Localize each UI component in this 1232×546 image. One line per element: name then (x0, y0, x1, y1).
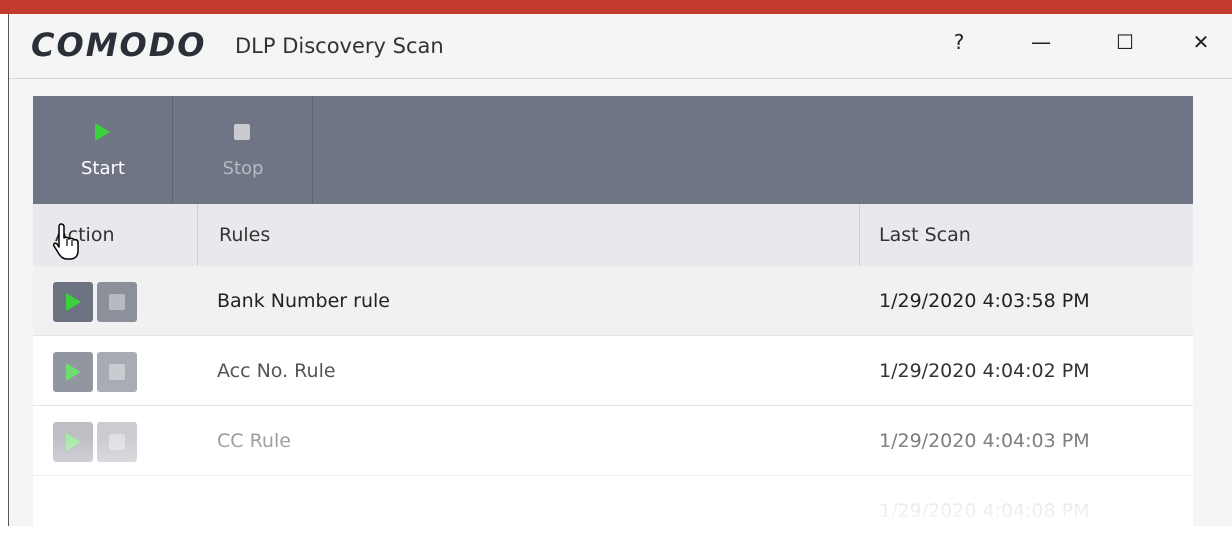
last-scan: 1/29/2020 4:03:58 PM (879, 290, 1090, 312)
rule-name: CC Rule (217, 430, 291, 452)
column-divider (197, 204, 198, 266)
title-separator (9, 78, 1232, 79)
last-scan: 1/29/2020 4:04:08 PM (879, 500, 1090, 522)
row-stop-button[interactable] (97, 352, 137, 392)
rule-name: Acc No. Rule (217, 360, 336, 382)
scan-panel: Start Stop Action Rules Last Scan Bank N… (33, 96, 1193, 546)
window-title: DLP Discovery Scan (235, 34, 444, 58)
table-row[interactable]: Acc No. Rule 1/29/2020 4:04:02 PM (33, 336, 1193, 406)
column-divider (859, 204, 860, 266)
last-scan: 1/29/2020 4:04:02 PM (879, 360, 1090, 382)
stop-icon (109, 294, 125, 310)
row-play-button[interactable] (53, 352, 93, 392)
stop-icon (109, 434, 125, 450)
column-rules[interactable]: Rules (219, 204, 270, 266)
row-stop-button[interactable] (97, 422, 137, 462)
column-last-scan[interactable]: Last Scan (879, 204, 971, 266)
title-bar: COMODO DLP Discovery Scan ? — ☐ ✕ (9, 14, 1232, 78)
minimize-button[interactable]: — (1021, 22, 1061, 62)
maximize-button[interactable]: ☐ (1105, 22, 1145, 62)
table-row[interactable]: 1/29/2020 4:04:08 PM (33, 476, 1193, 546)
play-icon (91, 121, 113, 143)
start-button[interactable]: Start (33, 96, 173, 204)
row-play-button[interactable] (53, 282, 93, 322)
play-icon (66, 293, 81, 311)
stop-icon (231, 121, 253, 143)
play-icon (66, 433, 81, 451)
start-label: Start (81, 158, 125, 179)
toolbar: Start Stop (33, 96, 1193, 204)
play-icon (66, 363, 81, 381)
table-header: Action Rules Last Scan (33, 204, 1193, 267)
top-accent-bar (0, 0, 1232, 14)
app-window: COMODO DLP Discovery Scan ? — ☐ ✕ Start … (8, 14, 1232, 546)
comodo-logo: COMODO (31, 26, 207, 64)
close-button[interactable]: ✕ (1181, 22, 1221, 62)
table-row[interactable]: Bank Number rule 1/29/2020 4:03:58 PM (33, 266, 1193, 336)
hand-cursor-icon (53, 223, 79, 260)
last-scan: 1/29/2020 4:04:03 PM (879, 430, 1090, 452)
row-play-button[interactable] (53, 422, 93, 462)
stop-button[interactable]: Stop (173, 96, 313, 204)
row-stop-button[interactable] (97, 282, 137, 322)
table-row[interactable]: CC Rule 1/29/2020 4:04:03 PM (33, 406, 1193, 476)
stop-label: Stop (222, 158, 264, 179)
stop-icon (109, 364, 125, 380)
rule-name: Bank Number rule (217, 290, 390, 312)
help-button[interactable]: ? (939, 22, 979, 62)
